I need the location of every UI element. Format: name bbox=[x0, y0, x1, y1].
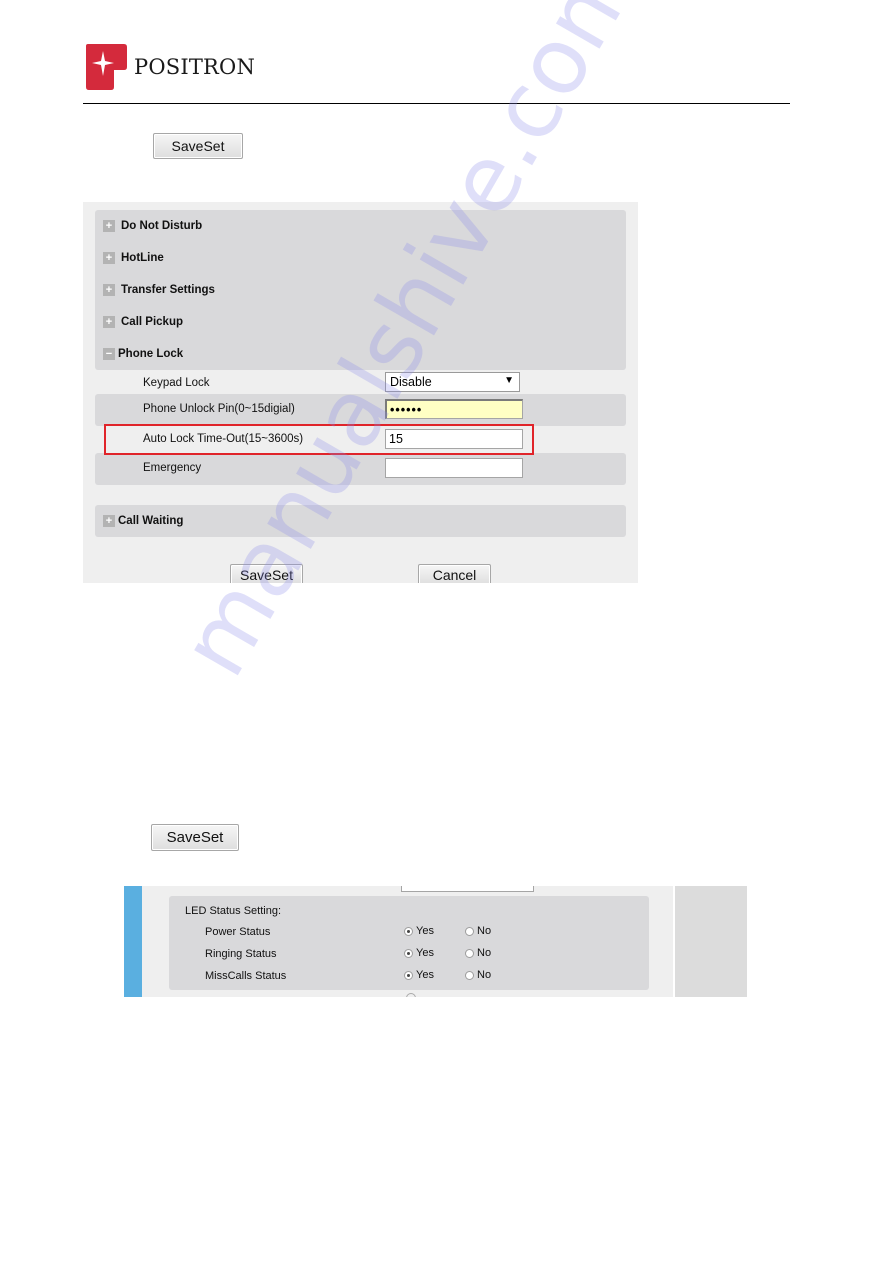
sidebar-accent-bar bbox=[124, 886, 142, 997]
highlight-box bbox=[104, 424, 534, 455]
radio-label: No bbox=[477, 947, 492, 959]
saveset-button-step1[interactable]: SaveSet bbox=[153, 133, 243, 159]
keypad-lock-value: Disable bbox=[390, 375, 432, 389]
power-status-row: Power Status Yes No bbox=[169, 922, 649, 942]
ringing-status-row: Ringing Status Yes No bbox=[169, 944, 649, 964]
features-screenshot: + Do Not Disturb + HotLine + Transfer Se… bbox=[83, 202, 638, 583]
keypad-lock-label: Keypad Lock bbox=[143, 377, 210, 389]
positron-p-logo-icon bbox=[84, 43, 128, 91]
section-label: HotLine bbox=[121, 252, 164, 264]
radio-label: Yes bbox=[416, 969, 434, 981]
plus-icon[interactable]: + bbox=[103, 220, 115, 232]
section-call-pickup[interactable]: + Call Pickup bbox=[103, 306, 183, 338]
radio-unselected-icon bbox=[465, 948, 474, 958]
led-status-title: LED Status Setting: bbox=[185, 905, 281, 917]
radio-selected-icon bbox=[404, 970, 413, 980]
radio-unselected-icon bbox=[465, 926, 474, 936]
saveset-button-step2[interactable]: SaveSet bbox=[151, 824, 239, 851]
unlock-pin-row: Phone Unlock Pin(0~15digial) •••••• bbox=[95, 394, 626, 426]
radio-label: Yes bbox=[416, 947, 434, 959]
misscalls-status-no-radio[interactable]: No bbox=[465, 969, 491, 981]
section-hotline[interactable]: + HotLine bbox=[103, 242, 164, 274]
keypad-lock-select[interactable]: Disable ▼ bbox=[385, 372, 520, 392]
section-label: Call Pickup bbox=[121, 316, 183, 328]
radio-label: Yes bbox=[416, 925, 434, 937]
cut-off-input[interactable]: - bbox=[401, 886, 534, 892]
misscalls-status-label: MissCalls Status bbox=[205, 970, 287, 982]
power-status-label: Power Status bbox=[205, 926, 271, 938]
right-side-panel bbox=[673, 886, 747, 997]
saveset-button[interactable]: SaveSet bbox=[230, 564, 303, 583]
section-do-not-disturb[interactable]: + Do Not Disturb bbox=[103, 210, 202, 242]
minus-icon[interactable]: − bbox=[103, 348, 115, 360]
cut-off-radio-icon bbox=[406, 993, 416, 997]
emergency-input[interactable] bbox=[385, 458, 523, 478]
brand-name: POSITRON bbox=[134, 55, 256, 79]
section-label: Do Not Disturb bbox=[121, 220, 203, 232]
dropdown-arrow-icon: ▼ bbox=[504, 375, 514, 386]
power-status-yes-radio[interactable]: Yes bbox=[404, 925, 434, 937]
emergency-label: Emergency bbox=[143, 462, 202, 474]
radio-label: No bbox=[477, 969, 492, 981]
section-call-waiting[interactable]: + Call Waiting bbox=[95, 505, 626, 537]
section-label: Call Waiting bbox=[118, 515, 184, 527]
call-waiting-header[interactable]: + Call Waiting bbox=[103, 505, 183, 537]
plus-icon[interactable]: + bbox=[103, 316, 115, 328]
section-transfer-settings[interactable]: + Transfer Settings bbox=[103, 274, 215, 306]
ringing-status-no-radio[interactable]: No bbox=[465, 947, 491, 959]
plus-icon[interactable]: + bbox=[103, 252, 115, 264]
power-status-no-radio[interactable]: No bbox=[465, 925, 491, 937]
led-status-panel: LED Status Setting: Power Status Yes No … bbox=[169, 896, 649, 990]
led-status-screenshot: - LED Status Setting: Power Status Yes N… bbox=[124, 886, 747, 997]
emergency-row: Emergency bbox=[95, 453, 626, 485]
collapsed-sections-panel: + Do Not Disturb + HotLine + Transfer Se… bbox=[95, 210, 626, 370]
radio-selected-icon bbox=[404, 948, 413, 958]
plus-icon[interactable]: + bbox=[103, 515, 115, 527]
radio-selected-icon bbox=[404, 926, 413, 936]
section-phone-lock[interactable]: − Phone Lock bbox=[103, 338, 183, 370]
section-label: Transfer Settings bbox=[121, 284, 215, 296]
radio-label: No bbox=[477, 925, 492, 937]
radio-unselected-icon bbox=[465, 970, 474, 980]
ringing-status-yes-radio[interactable]: Yes bbox=[404, 947, 434, 959]
cancel-button[interactable]: Cancel bbox=[418, 564, 491, 583]
misscalls-status-yes-radio[interactable]: Yes bbox=[404, 969, 434, 981]
ringing-status-label: Ringing Status bbox=[205, 948, 277, 960]
unlock-pin-label: Phone Unlock Pin(0~15digial) bbox=[143, 403, 295, 415]
plus-icon[interactable]: + bbox=[103, 284, 115, 296]
positron-logo: POSITRON bbox=[84, 43, 255, 91]
header-divider bbox=[83, 103, 790, 104]
section-label: Phone Lock bbox=[118, 348, 184, 360]
unlock-pin-input[interactable]: •••••• bbox=[385, 399, 523, 419]
misscalls-status-row: MissCalls Status Yes No bbox=[169, 966, 649, 986]
